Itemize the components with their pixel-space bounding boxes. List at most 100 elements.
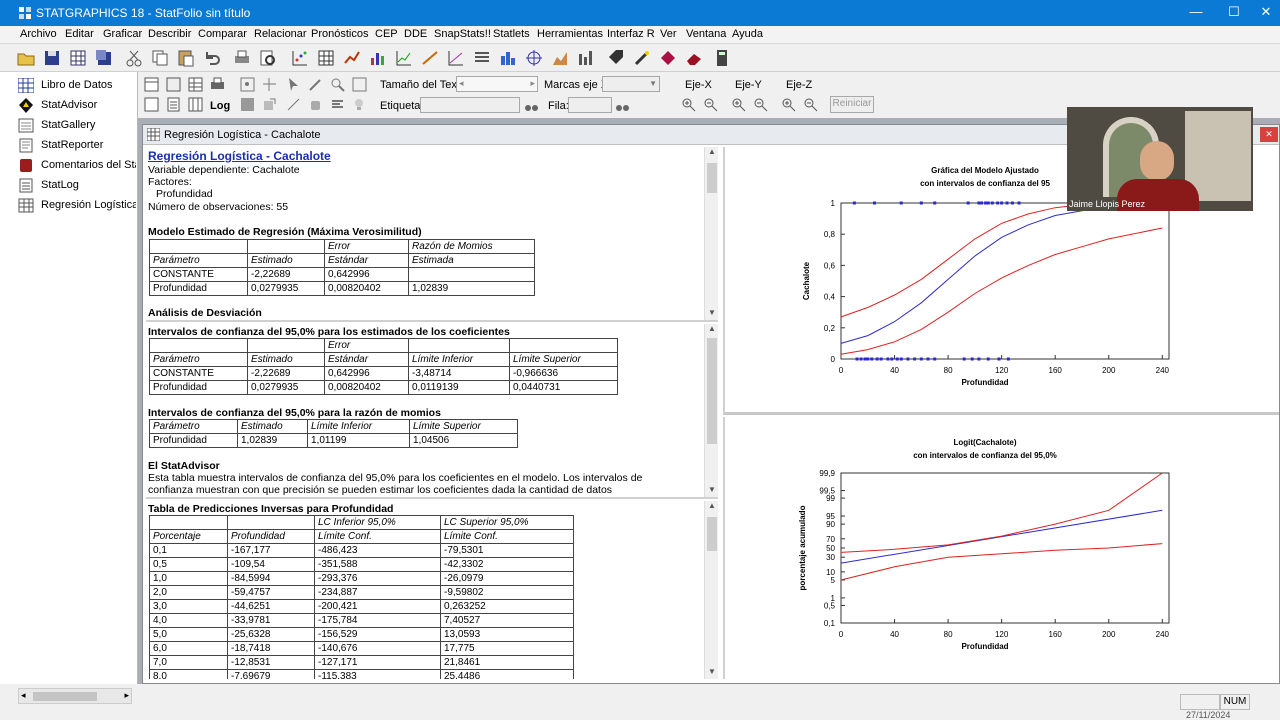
scroll-right-icon[interactable]: ▸ [124, 690, 129, 701]
print-icon[interactable] [232, 48, 252, 68]
scroll-thumb[interactable] [33, 692, 97, 701]
ticks-x-select[interactable]: ▼ [602, 76, 660, 92]
trend-icon[interactable] [446, 48, 466, 68]
scroll-up-icon[interactable]: ▲ [705, 324, 718, 336]
logit-chart[interactable]: Logit(Cachalote) con intervalos de confia… [725, 417, 1279, 679]
analysis-close-button[interactable]: ✕ [1260, 127, 1278, 142]
menu-editar[interactable]: Editar [65, 28, 94, 40]
minimize-button[interactable]: — [1182, 4, 1210, 22]
zoom-in-y-icon[interactable] [731, 97, 746, 112]
zoom-out-z-icon[interactable] [803, 97, 818, 112]
statadvisor-tool-icon[interactable] [658, 48, 678, 68]
sidebar-item-statgallery[interactable]: StatGallery [18, 117, 136, 135]
sidebar-item-statlog[interactable]: StatLog [18, 177, 136, 195]
scatter-plot-icon[interactable] [290, 48, 310, 68]
slider-right-icon[interactable]: ▸ [530, 78, 535, 89]
scroll-down-icon[interactable]: ▼ [705, 485, 718, 497]
pointer-icon[interactable] [286, 77, 301, 92]
bars-icon[interactable] [576, 48, 596, 68]
undo-icon[interactable] [202, 48, 222, 68]
scroll-up-icon[interactable]: ▲ [705, 147, 718, 159]
table-icon[interactable] [316, 48, 336, 68]
cut-icon[interactable] [124, 48, 144, 68]
scroll-thumb[interactable] [707, 517, 717, 551]
binoculars-find-icon[interactable] [615, 98, 630, 113]
menu-dde[interactable]: DDE [404, 28, 427, 40]
list-icon[interactable] [472, 48, 492, 68]
histogram-icon[interactable] [498, 48, 518, 68]
grid-save-icon[interactable] [68, 48, 88, 68]
binoculars-icon[interactable] [524, 98, 539, 113]
paste-icon[interactable] [176, 48, 196, 68]
text-size-slider[interactable]: ◂ ▸ [456, 76, 538, 92]
regression-tool-icon[interactable] [420, 48, 440, 68]
zoom-in-z-icon[interactable] [781, 97, 796, 112]
inverse-pane-scrollbar[interactable]: ▲ ▼ [704, 501, 718, 679]
hand-icon[interactable] [308, 97, 323, 112]
menu-statlets[interactable]: Statlets [493, 28, 530, 40]
bulb-icon[interactable] [352, 97, 367, 112]
print-preview-icon[interactable] [258, 48, 278, 68]
scroll-up-icon[interactable]: ▲ [705, 501, 718, 513]
pane-grid-icon[interactable] [188, 97, 203, 112]
menu-cep[interactable]: CEP [375, 28, 398, 40]
sidebar-item-libro-de-datos[interactable]: Libro de Datos [18, 77, 136, 95]
menu-comparar[interactable]: Comparar [198, 28, 247, 40]
menu-herramientas[interactable]: Herramientas [537, 28, 603, 40]
zoom-out-x-icon[interactable] [703, 97, 718, 112]
hatch-icon[interactable] [240, 97, 255, 112]
zoom-in-x-icon[interactable] [681, 97, 696, 112]
sidebar-item-statadvisor[interactable]: StatAdvisor [18, 97, 136, 115]
menu-ventana[interactable]: Ventana [686, 28, 726, 40]
wizard-icon[interactable] [632, 48, 652, 68]
eraser-icon[interactable] [684, 48, 704, 68]
point-labels-icon[interactable] [240, 77, 255, 92]
frame-icon[interactable] [352, 77, 367, 92]
eje-x-button[interactable]: Eje-X [685, 79, 712, 91]
scroll-down-icon[interactable]: ▼ [705, 308, 718, 320]
sidebar-item-regresion-logistica[interactable]: Regresión Logística - Cachalote [18, 197, 136, 215]
tag-icon[interactable] [606, 48, 626, 68]
log-scale-icon[interactable]: Log [210, 97, 230, 112]
scroll-down-icon[interactable]: ▼ [705, 667, 718, 679]
align-icon[interactable] [330, 97, 345, 112]
menu-archivo[interactable]: Archivo [20, 28, 57, 40]
line-chart-icon[interactable] [394, 48, 414, 68]
pane-options-icon[interactable] [144, 77, 159, 92]
barchart-icon[interactable] [368, 48, 388, 68]
move-icon[interactable] [262, 77, 277, 92]
save-icon[interactable] [42, 48, 62, 68]
navigator-horizontal-scrollbar[interactable]: ◂ ▸ [18, 688, 132, 704]
scroll-thumb[interactable] [707, 338, 717, 444]
area-chart-icon[interactable] [550, 48, 570, 68]
calculator-icon[interactable] [712, 48, 732, 68]
slider-left-icon[interactable]: ◂ [459, 78, 464, 89]
pane-copy-icon[interactable] [166, 77, 181, 92]
ci-pane-scrollbar[interactable]: ▲ ▼ [704, 324, 718, 497]
menu-graficar[interactable]: Graficar [103, 28, 142, 40]
pane-doc-icon[interactable] [166, 97, 181, 112]
summary-pane-scrollbar[interactable]: ▲ ▼ [704, 147, 718, 320]
reiniciar-button[interactable]: Reiniciar [830, 96, 874, 113]
maximize-button[interactable]: ☐ [1220, 4, 1248, 22]
scroll-left-icon[interactable]: ◂ [21, 690, 26, 701]
eje-z-button[interactable]: Eje-Z [786, 79, 812, 91]
menu-interfaz-r[interactable]: Interfaz R [607, 28, 655, 40]
brush-icon[interactable] [308, 77, 323, 92]
line-tool-icon[interactable] [286, 97, 301, 112]
graph-tool-icon[interactable] [342, 48, 362, 68]
zoom-out-y-icon[interactable] [753, 97, 768, 112]
pane-format-icon[interactable] [144, 97, 159, 112]
menu-snapstats[interactable]: SnapStats!! [434, 28, 491, 40]
sidebar-item-statreporter[interactable]: StatReporter [18, 137, 136, 155]
copy-icon[interactable] [150, 48, 170, 68]
eje-y-button[interactable]: Eje-Y [735, 79, 762, 91]
menu-pronosticos[interactable]: Pronósticos [311, 28, 368, 40]
scroll-thumb[interactable] [707, 163, 717, 193]
menu-describir[interactable]: Describir [148, 28, 191, 40]
rotate-icon[interactable] [262, 97, 277, 112]
crosshair-icon[interactable] [524, 48, 544, 68]
pane-table-icon[interactable] [188, 77, 203, 92]
menu-ayuda[interactable]: Ayuda [732, 28, 763, 40]
etiqueta-input[interactable] [420, 97, 520, 113]
